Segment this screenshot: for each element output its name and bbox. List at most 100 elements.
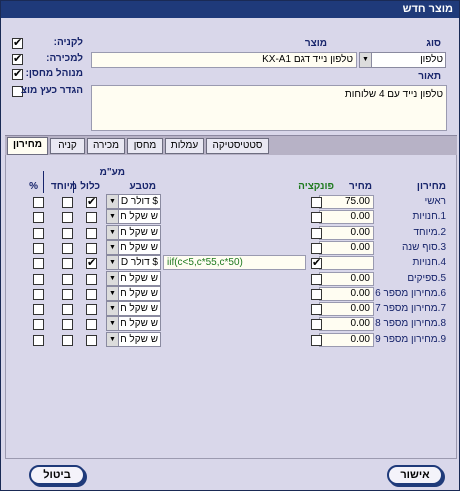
tab-statistics[interactable]: סטטיסטיקה — [206, 138, 269, 154]
col-vat-header: מע"מ — [99, 167, 125, 178]
function-checkbox[interactable] — [311, 289, 322, 300]
triangle-down-icon[interactable]: ▼ — [107, 302, 119, 315]
special-checkbox[interactable] — [62, 258, 73, 269]
special-checkbox[interactable] — [62, 335, 73, 346]
tab-pricelist[interactable]: מחירון — [7, 137, 48, 155]
percent-checkbox[interactable] — [33, 212, 44, 223]
price-input[interactable]: 0.00 — [319, 317, 374, 331]
table-row: 3.סוף שנה 0.00 ▼ ש שקל ח — [6, 240, 456, 256]
function-checkbox[interactable] — [311, 304, 322, 315]
product-code-value: KX-A1 — [262, 54, 292, 65]
col-price-header: מחיר — [348, 181, 372, 192]
currency-dropdown[interactable]: ▼ $ דולר D — [106, 255, 161, 270]
table-row: 6.מחירון מספר 6 0.00 ▼ ש שקל ח — [6, 286, 456, 302]
triangle-down-icon[interactable]: ▼ — [107, 287, 119, 300]
pricelist-name: 4.חנויות — [412, 257, 446, 268]
special-checkbox[interactable] — [62, 319, 73, 330]
special-checkbox[interactable] — [62, 197, 73, 208]
price-input[interactable]: 0.00 — [319, 226, 374, 240]
stock-managed-checkbox[interactable] — [12, 67, 23, 81]
currency-dropdown[interactable]: ▼ ש שקל ח — [106, 332, 161, 347]
triangle-down-icon[interactable]: ▼ — [107, 210, 119, 223]
percent-checkbox[interactable] — [33, 258, 44, 269]
vat-included-checkbox[interactable] — [86, 228, 97, 239]
vat-included-checkbox[interactable] — [86, 304, 97, 315]
table-row: 1.חנויות 0.00 ▼ ש שקל ח — [6, 209, 456, 225]
description-field[interactable]: טלפון נייד עם 4 שלוחות — [91, 85, 447, 131]
percent-checkbox[interactable] — [33, 304, 44, 315]
vat-included-checkbox[interactable] — [86, 289, 97, 300]
price-input[interactable] — [319, 256, 374, 270]
function-checkbox[interactable] — [311, 212, 322, 223]
percent-checkbox[interactable] — [33, 243, 44, 254]
price-input[interactable]: 0.00 — [319, 272, 374, 286]
special-checkbox[interactable] — [62, 274, 73, 285]
special-checkbox[interactable] — [62, 228, 73, 239]
special-checkbox[interactable] — [62, 212, 73, 223]
vat-included-checkbox[interactable] — [86, 243, 97, 254]
product-name-value: טלפון נייד דגם — [293, 54, 353, 65]
tab-commissions[interactable]: עמלות — [165, 138, 204, 154]
purchase-label: לקניה: — [53, 37, 83, 48]
cancel-button[interactable]: ביטול — [29, 465, 85, 485]
special-checkbox[interactable] — [62, 243, 73, 254]
percent-checkbox[interactable] — [33, 274, 44, 285]
vat-included-checkbox[interactable] — [86, 195, 97, 209]
percent-divider — [43, 171, 44, 193]
currency-value: $ דולר D — [121, 196, 158, 207]
currency-dropdown[interactable]: ▼ ש שקל ח — [106, 209, 161, 224]
price-input[interactable]: 0.00 — [319, 241, 374, 255]
pricelist-name: 3.סוף שנה — [401, 242, 446, 253]
percent-checkbox[interactable] — [33, 289, 44, 300]
triangle-down-icon[interactable]: ▼ — [107, 333, 119, 346]
vat-included-checkbox[interactable] — [86, 256, 97, 270]
function-checkbox[interactable] — [311, 256, 322, 270]
vat-included-checkbox[interactable] — [86, 319, 97, 330]
currency-dropdown[interactable]: ▼ ש שקל ח — [106, 316, 161, 331]
currency-dropdown[interactable]: ▼ ש שקל ח — [106, 301, 161, 316]
triangle-down-icon[interactable]: ▼ — [107, 195, 119, 208]
percent-checkbox[interactable] — [33, 319, 44, 330]
tab-warehouse[interactable]: מחסן — [127, 138, 163, 154]
function-checkbox[interactable] — [311, 274, 322, 285]
triangle-down-icon[interactable]: ▼ — [107, 241, 119, 254]
triangle-down-icon[interactable]: ▼ — [360, 53, 372, 67]
function-checkbox[interactable] — [311, 243, 322, 254]
currency-dropdown[interactable]: ▼ ש שקל ח — [106, 271, 161, 286]
tab-purchase[interactable]: קניה — [50, 138, 85, 154]
function-checkbox[interactable] — [311, 197, 322, 208]
special-checkbox[interactable] — [62, 289, 73, 300]
product-name-field[interactable]: טלפון נייד דגם KX-A1 — [91, 52, 357, 68]
special-checkbox[interactable] — [62, 304, 73, 315]
currency-dropdown[interactable]: ▼ $ דולר D — [106, 194, 161, 209]
price-input[interactable]: 0.00 — [319, 210, 374, 224]
price-input[interactable]: 0.00 — [319, 287, 374, 301]
sale-checkbox[interactable] — [12, 52, 23, 66]
triangle-down-icon[interactable]: ▼ — [107, 272, 119, 285]
function-checkbox[interactable] — [311, 319, 322, 330]
vat-included-checkbox[interactable] — [86, 335, 97, 346]
tab-sale[interactable]: מכירה — [87, 138, 125, 154]
percent-checkbox[interactable] — [33, 228, 44, 239]
ok-button[interactable]: אישור — [387, 465, 443, 485]
define-tree-label: הגדר כעץ מוצ — [20, 85, 83, 96]
vat-included-checkbox[interactable] — [86, 212, 97, 223]
function-checkbox[interactable] — [311, 335, 322, 346]
currency-dropdown[interactable]: ▼ ש שקל ח — [106, 225, 161, 240]
triangle-down-icon[interactable]: ▼ — [107, 256, 119, 269]
currency-dropdown[interactable]: ▼ ש שקל ח — [106, 286, 161, 301]
formula-field[interactable]: iif(c<5,c*55,c*50) — [163, 255, 306, 270]
purchase-checkbox[interactable] — [12, 36, 23, 50]
price-input[interactable]: 0.00 — [319, 302, 374, 316]
table-row: 4.חנויות iif(c<5,c*55,c*50)▼$ דולר D — [6, 255, 456, 271]
triangle-down-icon[interactable]: ▼ — [107, 226, 119, 239]
price-input[interactable]: 0.00 — [319, 333, 374, 347]
currency-dropdown[interactable]: ▼ ש שקל ח — [106, 240, 161, 255]
percent-checkbox[interactable] — [33, 197, 44, 208]
price-input[interactable]: 75.00 — [319, 195, 374, 209]
vat-included-checkbox[interactable] — [86, 274, 97, 285]
triangle-down-icon[interactable]: ▼ — [107, 317, 119, 330]
type-dropdown[interactable]: ▼ טלפון — [359, 52, 446, 68]
percent-checkbox[interactable] — [33, 335, 44, 346]
function-checkbox[interactable] — [311, 228, 322, 239]
